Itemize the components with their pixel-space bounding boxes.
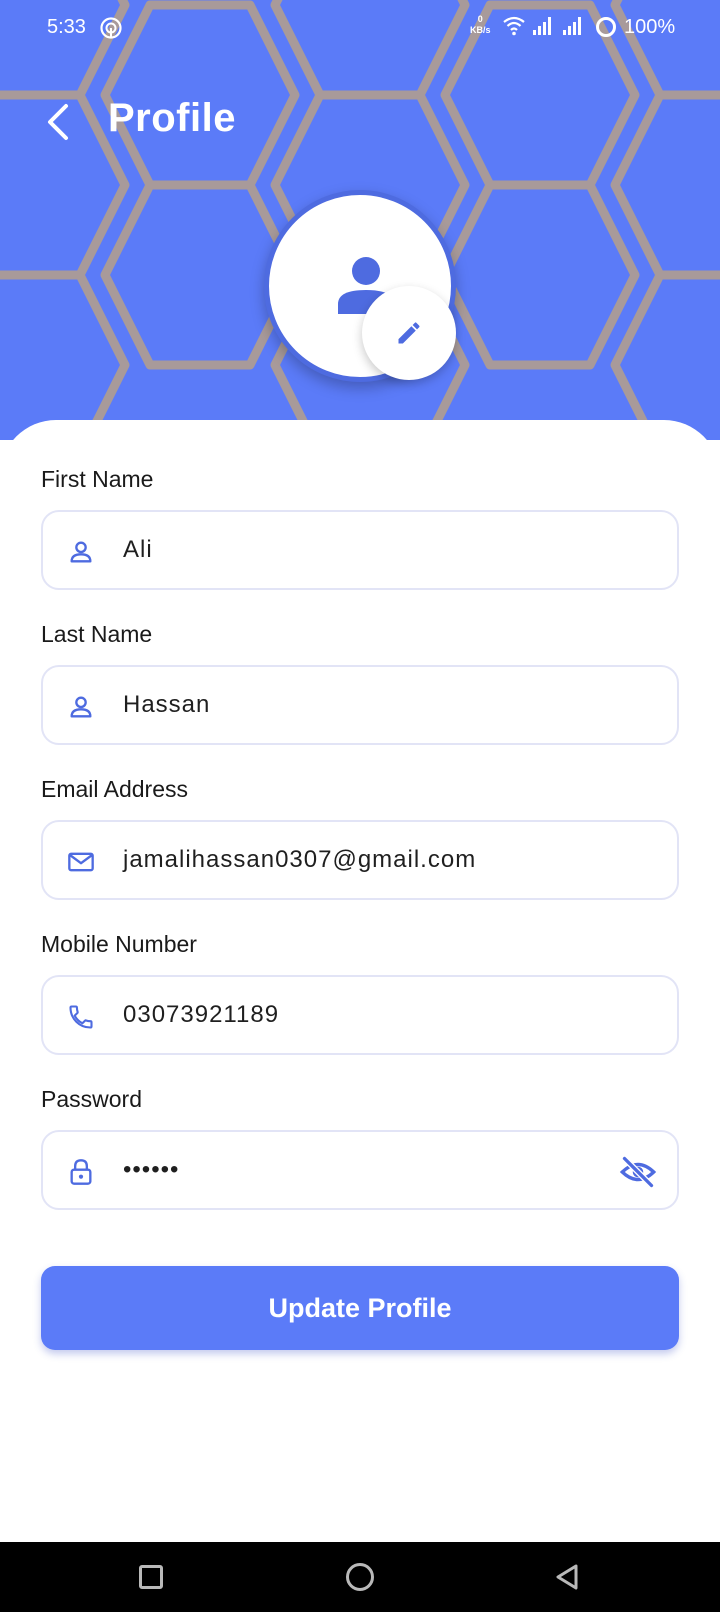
person-icon	[70, 696, 92, 718]
mail-icon	[68, 852, 94, 872]
first-name-field[interactable]: Ali	[41, 510, 679, 590]
battery-percentage: 100%	[624, 16, 676, 38]
first-name-value: Ali	[123, 536, 153, 563]
status-bar: 5:33 0 KB/s 100%	[0, 0, 720, 56]
person-icon	[70, 541, 92, 563]
edit-avatar-button[interactable]	[362, 286, 456, 380]
password-value: ••••••	[123, 1156, 180, 1183]
back-button[interactable]	[40, 100, 76, 144]
pencil-icon	[398, 322, 420, 344]
wifi-icon	[503, 16, 525, 36]
password-label: Password	[41, 1086, 142, 1112]
battery-icon	[596, 17, 616, 37]
last-name-value: Hassan	[123, 691, 211, 718]
update-profile-button[interactable]: Update Profile	[41, 1266, 679, 1350]
app-notification-icon	[100, 17, 122, 39]
recents-button[interactable]	[139, 1565, 163, 1589]
email-value: jamalihassan0307@gmail.com	[123, 846, 477, 873]
page-title: Profile	[108, 96, 236, 140]
mobile-field[interactable]: 03073921189	[41, 975, 679, 1055]
eye-off-icon	[619, 1156, 657, 1188]
status-time: 5:33	[47, 16, 86, 38]
last-name-field[interactable]: Hassan	[41, 665, 679, 745]
system-navigation-bar	[0, 1542, 720, 1612]
signal-icon	[533, 17, 551, 35]
phone-icon	[69, 1005, 93, 1029]
last-name-label: Last Name	[41, 621, 153, 647]
chevron-left-icon	[48, 104, 68, 140]
nav-back-icon[interactable]	[554, 1563, 580, 1591]
lock-icon	[70, 1159, 92, 1185]
email-field[interactable]: jamalihassan0307@gmail.com	[41, 820, 679, 900]
first-name-label: First Name	[41, 466, 154, 492]
email-label: Email Address	[41, 776, 189, 802]
home-button[interactable]	[346, 1563, 374, 1591]
mobile-value: 03073921189	[123, 1001, 280, 1028]
mobile-label: Mobile Number	[41, 931, 197, 957]
password-field[interactable]: ••••••	[41, 1130, 679, 1210]
signal-icon	[563, 17, 581, 35]
network-speed: 0 KB/s	[470, 14, 491, 35]
toggle-password-visibility[interactable]	[619, 1154, 657, 1190]
